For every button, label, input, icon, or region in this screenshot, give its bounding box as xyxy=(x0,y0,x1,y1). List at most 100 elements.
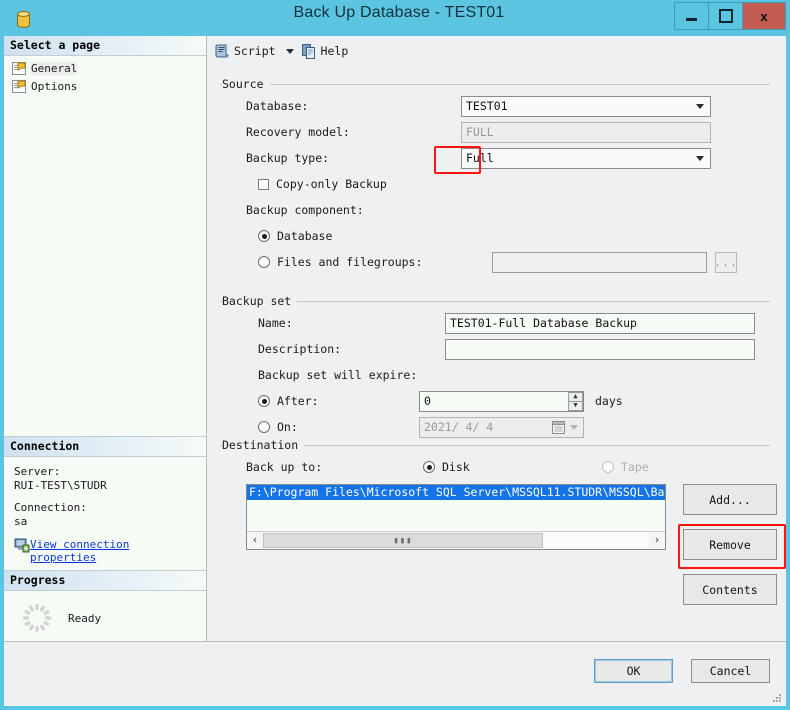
title-bar: Back Up Database - TEST01 x xyxy=(4,0,790,36)
expire-on-datepicker[interactable]: 2021/ 4/ 4 xyxy=(419,417,584,438)
files-browse-button[interactable]: ... xyxy=(715,252,737,273)
loading-spinner-icon xyxy=(22,603,52,633)
backup-type-value: Full xyxy=(466,151,494,165)
destination-group: Destination Back up to: Disk Tape F:\Pro… xyxy=(220,439,770,614)
expire-after-input[interactable] xyxy=(419,391,584,412)
backup-set-group-label: Backup set xyxy=(222,294,297,308)
view-connection-properties-link[interactable]: View connection properties xyxy=(30,538,140,564)
expire-on-value: 2021/ 4/ 4 xyxy=(424,420,493,434)
sidebar-item-general[interactable]: General xyxy=(12,60,206,76)
server-label: Server: xyxy=(14,465,206,479)
add-destination-button[interactable]: Add... xyxy=(683,484,777,515)
sidebar-item-options[interactable]: Options xyxy=(12,78,206,94)
help-button[interactable]: Help xyxy=(302,44,349,59)
resize-grip-icon[interactable] xyxy=(772,693,782,703)
horizontal-scrollbar[interactable]: ‹ ▮▮▮ › xyxy=(247,531,665,549)
sidebar-item-label: Options xyxy=(31,80,77,93)
chevron-down-icon xyxy=(696,156,704,161)
days-label: days xyxy=(595,394,623,408)
minimize-button[interactable] xyxy=(674,2,709,30)
backup-name-row: Name: xyxy=(220,310,770,336)
scroll-right-button[interactable]: › xyxy=(649,532,665,549)
database-label: Database: xyxy=(246,99,461,113)
component-files-input[interactable] xyxy=(492,252,707,273)
script-button[interactable]: Script xyxy=(214,43,276,59)
expire-on-row: On: 2021/ 4/ 4 xyxy=(220,414,770,440)
chevron-down-icon xyxy=(570,425,578,430)
expire-row: Backup set will expire: xyxy=(220,362,770,388)
media-tape-radio xyxy=(602,461,614,473)
progress-status: Ready xyxy=(68,612,101,625)
page-list: General Options xyxy=(4,56,206,94)
scroll-left-button[interactable]: ‹ xyxy=(247,532,263,549)
expire-after-radio[interactable] xyxy=(258,395,270,407)
view-connection-properties[interactable]: View connection properties xyxy=(14,538,206,564)
destination-group-label: Destination xyxy=(222,438,304,452)
backup-set-group: Backup set Name: Description: Backup set… xyxy=(220,295,770,437)
source-group: Source Database: TEST01 Recovery model: … xyxy=(220,78,770,293)
cancel-button[interactable]: Cancel xyxy=(691,659,770,683)
connection-header: Connection xyxy=(4,436,206,457)
backup-database-dialog: Back Up Database - TEST01 x Select a pag… xyxy=(0,0,790,710)
component-database-radio[interactable] xyxy=(258,230,270,242)
component-files-radio[interactable] xyxy=(258,256,270,268)
database-select[interactable]: TEST01 xyxy=(461,96,711,117)
source-group-label: Source xyxy=(222,77,270,91)
expire-after-stepper[interactable]: ▲ ▼ xyxy=(568,392,583,411)
window-title: Back Up Database - TEST01 xyxy=(4,4,790,22)
backup-name-input[interactable] xyxy=(445,313,755,334)
main-panel: Script Help Source Database: xyxy=(208,36,786,646)
backup-type-select[interactable]: Full xyxy=(461,148,711,169)
backup-description-row: Description: xyxy=(220,336,770,362)
maximize-button[interactable] xyxy=(708,2,743,30)
component-files-label: Files and filegroups: xyxy=(277,255,492,269)
chevron-down-icon[interactable] xyxy=(286,49,294,54)
script-label: Script xyxy=(234,44,276,58)
recovery-model-label: Recovery model: xyxy=(246,125,461,139)
progress-info: Ready xyxy=(4,591,206,633)
expire-label: Backup set will expire: xyxy=(258,368,417,382)
minimize-icon xyxy=(686,18,697,21)
expire-on-radio[interactable] xyxy=(258,421,270,433)
stepper-down-icon[interactable]: ▼ xyxy=(568,402,583,411)
expire-after-row: After: ▲ ▼ days xyxy=(220,388,770,414)
recovery-model-value: FULL xyxy=(461,122,711,143)
backup-component-row: Backup component: xyxy=(220,197,770,223)
component-database-row[interactable]: Database xyxy=(220,223,770,249)
scroll-thumb[interactable]: ▮▮▮ xyxy=(263,533,543,548)
sidebar: Select a page General xyxy=(4,36,207,646)
expire-on-label: On: xyxy=(277,420,419,434)
copy-only-row[interactable]: Copy-only Backup xyxy=(220,171,770,197)
ok-button[interactable]: OK xyxy=(594,659,673,683)
contents-button[interactable]: Contents xyxy=(683,574,777,605)
component-database-label: Database xyxy=(277,229,332,243)
backup-component-label: Backup component: xyxy=(246,203,364,217)
backup-to-label: Back up to: xyxy=(246,460,423,474)
scroll-track[interactable]: ▮▮▮ xyxy=(263,532,649,549)
backup-description-input[interactable] xyxy=(445,339,755,360)
list-item[interactable]: F:\Program Files\Microsoft SQL Server\MS… xyxy=(247,485,665,500)
media-disk-label: Disk xyxy=(442,460,602,474)
content-area: Source Database: TEST01 Recovery model: … xyxy=(208,66,786,614)
select-page-header: Select a page xyxy=(4,36,206,56)
backup-type-label: Backup type: xyxy=(246,151,461,165)
close-button[interactable]: x xyxy=(742,2,786,30)
script-icon xyxy=(214,43,230,59)
copy-only-checkbox[interactable] xyxy=(258,179,269,190)
help-icon xyxy=(302,44,317,59)
destination-listbox[interactable]: F:\Program Files\Microsoft SQL Server\MS… xyxy=(246,484,666,550)
page-icon xyxy=(12,80,26,93)
media-tape-label: Tape xyxy=(621,460,649,474)
toolbar: Script Help xyxy=(208,36,786,66)
recovery-model-row: Recovery model: FULL xyxy=(220,119,770,145)
database-value: TEST01 xyxy=(466,99,508,113)
backup-description-label: Description: xyxy=(258,342,445,356)
dialog-footer: OK Cancel xyxy=(4,641,786,706)
media-disk-radio[interactable] xyxy=(423,461,435,473)
component-files-row: Files and filegroups: ... xyxy=(220,249,770,275)
database-row: Database: TEST01 xyxy=(220,93,770,119)
sidebar-item-label: General xyxy=(31,62,77,75)
stepper-up-icon[interactable]: ▲ xyxy=(568,392,583,402)
remove-destination-button[interactable]: Remove xyxy=(683,529,777,560)
window-controls: x xyxy=(675,2,786,30)
